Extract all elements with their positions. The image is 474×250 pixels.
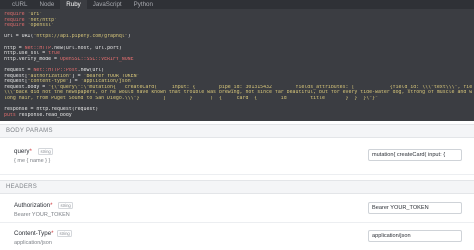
code-token: long hair, from Puget Sound to San Diego… <box>4 95 378 101</box>
authorization-input[interactable]: Bearer YOUR_TOKEN <box>368 202 462 214</box>
code-token: Net::HTTP <box>24 45 52 51</box>
code-token: require <box>4 23 28 29</box>
code-token: 'Bearer YOUR_TOKEN' <box>83 73 140 79</box>
param-description: { me { name } } <box>14 158 51 164</box>
code-token: ) <box>127 34 131 40</box>
header-type-badge: string <box>57 230 73 238</box>
code-token: .new(url) <box>77 67 105 73</box>
code-token: 'net/http' <box>27 17 58 23</box>
code-token: .new(url.host, url.port) <box>51 45 122 51</box>
code-block: require 'uri' require 'net/http' require '… <box>4 12 472 118</box>
code-token: http.verify_mode = <box>4 56 60 62</box>
header-description: Bearer YOUR_TOKEN <box>14 212 70 218</box>
code-token: request[ <box>4 73 28 79</box>
code-token: "authorization" <box>27 73 72 79</box>
code-token: OpenSSL::SSL::VERIFY_NONE <box>59 56 134 62</box>
header-name: Authorization* <box>14 202 53 209</box>
code-token: true <box>48 51 60 57</box>
code-token: ] = <box>71 73 84 79</box>
code-token: response.read_body <box>18 112 72 118</box>
tab-ruby[interactable]: Ruby <box>60 0 87 9</box>
code-token: "content-type" <box>27 79 69 85</box>
code-token: "{\"query\":\"mutation{ createCard( inpu… <box>48 84 472 90</box>
code-line: puts response.read_body <box>4 113 472 119</box>
code-token: require <box>4 12 28 17</box>
code-token: response = http.request(request) <box>4 107 99 113</box>
code-token: 'application/json' <box>80 79 134 85</box>
tab-curl[interactable]: cURL <box>6 0 33 9</box>
code-token: 'openssl' <box>27 23 55 29</box>
body-params-heading: BODY PARAMS <box>0 124 474 138</box>
param-row-query: query* string { me { name } } mutation{ … <box>0 139 474 175</box>
header-row-authorization: Authorization* string Bearer YOUR_TOKEN … <box>0 195 474 223</box>
code-token: require <box>4 17 28 23</box>
tab-node[interactable]: Node <box>33 0 60 9</box>
code-token: url = URI( <box>4 34 34 40</box>
headers-heading: HEADERS <box>0 180 474 194</box>
code-token: request = <box>4 67 34 73</box>
tab-python[interactable]: Python <box>128 0 159 9</box>
param-name: query* <box>14 148 32 155</box>
code-token: \\\"Back did not the newspapers, or he w… <box>4 90 472 96</box>
header-type-badge: string <box>58 202 74 210</box>
content-type-input[interactable]: application/json <box>368 230 462 242</box>
header-description: application/json <box>14 240 52 246</box>
code-token: "https://api.pipefy.com/graphql" <box>33 34 128 40</box>
header-name: Content-Type* <box>14 230 54 237</box>
code-token: request[ <box>4 79 28 85</box>
code-token: request.body = <box>4 84 49 90</box>
code-token: Net::HTTP::Post <box>33 67 78 73</box>
code-token: http = <box>4 45 25 51</box>
code-token: 'uri' <box>27 12 43 17</box>
code-sample-panel: cURL Node Ruby JavaScript Python require… <box>0 0 474 121</box>
language-tabs: cURL Node Ruby JavaScript Python <box>0 0 474 9</box>
header-row-content-type: Content-Type* string application/json ap… <box>0 223 474 250</box>
param-type-badge: string <box>38 148 54 156</box>
tab-javascript[interactable]: JavaScript <box>87 0 128 9</box>
code-token: ] = <box>68 79 81 85</box>
query-input[interactable]: mutation{ createCard( input: { <box>368 149 462 161</box>
code-token: puts <box>4 112 19 118</box>
code-token: http.use_ssl = <box>4 51 49 57</box>
